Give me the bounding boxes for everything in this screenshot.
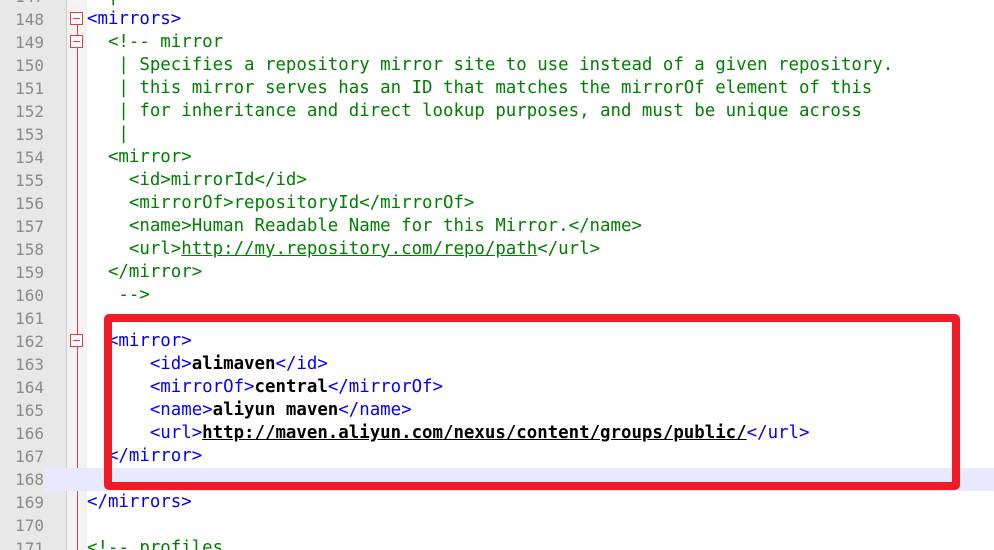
code-token: </url> — [537, 239, 601, 259]
code-line[interactable]: 147 |--> — [0, 0, 994, 8]
code-token: <name>Human Readable Name for this Mirro… — [87, 216, 642, 236]
code-token: <mirrorOf>repositoryId</mirrorOf> — [87, 193, 475, 213]
code-token: --> — [87, 285, 150, 305]
line-number: 152 — [15, 102, 44, 121]
line-number: 151 — [15, 79, 44, 98]
code-editor[interactable]: 147 |-->148<mirrors>149 <!-- mirror150 |… — [0, 0, 994, 550]
code-token: --> — [118, 0, 149, 6]
line-number: 153 — [15, 125, 44, 144]
code-line[interactable]: 170 — [0, 514, 994, 537]
code-line[interactable]: 151 | this mirror serves has an ID that … — [0, 77, 994, 100]
code-text: | this mirror serves has an ID that matc… — [87, 77, 872, 100]
line-number: 162 — [15, 332, 44, 351]
code-token: | — [87, 124, 129, 144]
code-text: </mirrors> — [87, 491, 192, 514]
code-text: <mirrors> — [87, 8, 181, 31]
code-text: --> — [87, 284, 150, 307]
line-number: 163 — [15, 355, 44, 374]
code-line[interactable]: 153 | — [0, 123, 994, 146]
code-line[interactable]: 160 --> — [0, 284, 994, 307]
line-number: 165 — [15, 401, 44, 420]
code-token: <!-- mirror — [87, 32, 224, 52]
code-line[interactable]: 169 </mirrors> — [0, 491, 994, 514]
code-line[interactable]: 171 <!-- profiles — [0, 537, 994, 550]
line-number: 150 — [15, 56, 44, 75]
code-token: | Specifies a repository mirror site to … — [87, 55, 894, 75]
code-token: </mirrors> — [87, 492, 192, 512]
code-text: <name>Human Readable Name for this Mirro… — [87, 215, 642, 238]
code-line[interactable]: 155 <id>mirrorId</id> — [0, 169, 994, 192]
line-number: 156 — [15, 194, 44, 213]
code-line[interactable]: 150 | Specifies a repository mirror site… — [0, 54, 994, 77]
code-token: <mirror> — [87, 147, 192, 167]
line-number: 166 — [15, 424, 44, 443]
code-token: | this mirror serves has an ID that matc… — [87, 78, 873, 98]
line-number: 164 — [15, 378, 44, 397]
line-number: 158 — [15, 240, 44, 259]
highlight-annotation-box — [104, 314, 960, 490]
code-line[interactable]: 159 </mirror> — [0, 261, 994, 284]
line-number: 170 — [15, 516, 44, 535]
url-link[interactable]: http://my.repository.com/repo/path — [181, 239, 537, 259]
code-token: | — [108, 0, 118, 6]
code-text: <!-- profiles — [87, 537, 223, 550]
line-number: 157 — [15, 217, 44, 236]
code-text: | — [87, 123, 129, 146]
code-text: |--> — [87, 0, 150, 8]
code-line[interactable]: 152 | for inheritance and direct lookup … — [0, 100, 994, 123]
line-number: 161 — [15, 309, 44, 328]
code-text: <mirror> — [87, 146, 192, 169]
line-number: 149 — [15, 33, 44, 52]
code-line[interactable]: 148 <mirrors> — [0, 8, 994, 31]
code-text: </mirror> — [87, 261, 202, 284]
line-number: 160 — [15, 286, 44, 305]
line-number: 147 — [0, 0, 44, 8]
code-token: <id>mirrorId</id> — [87, 170, 307, 190]
line-number: 155 — [15, 171, 44, 190]
line-number: 167 — [15, 447, 44, 466]
code-token: </mirror> — [87, 262, 203, 282]
line-number: 154 — [15, 148, 44, 167]
code-line[interactable]: 154 <mirror> — [0, 146, 994, 169]
line-number: 168 — [0, 468, 44, 491]
code-token: <!-- profiles — [87, 538, 224, 550]
line-number: 148 — [15, 10, 44, 29]
code-token: <mirrors> — [87, 9, 182, 29]
code-text: <!-- mirror — [87, 31, 223, 54]
line-number: 171 — [15, 539, 44, 550]
code-token: <url> — [87, 239, 182, 259]
code-line[interactable]: 157 <name>Human Readable Name for this M… — [0, 215, 994, 238]
code-text: | Specifies a repository mirror site to … — [87, 54, 893, 77]
code-line[interactable]: 156 <mirrorOf>repositoryId</mirrorOf> — [0, 192, 994, 215]
code-text: | for inheritance and direct lookup purp… — [87, 100, 862, 123]
code-text: <id>mirrorId</id> — [87, 169, 307, 192]
code-line[interactable]: 158 <url>http://my.repository.com/repo/p… — [0, 238, 994, 261]
code-token: | for inheritance and direct lookup purp… — [87, 101, 862, 121]
code-text: <mirrorOf>repositoryId</mirrorOf> — [87, 192, 475, 215]
line-number: 169 — [15, 493, 44, 512]
code-text: <url>http://my.repository.com/repo/path<… — [87, 238, 600, 261]
line-number: 159 — [15, 263, 44, 282]
code-line[interactable]: 149 <!-- mirror — [0, 31, 994, 54]
